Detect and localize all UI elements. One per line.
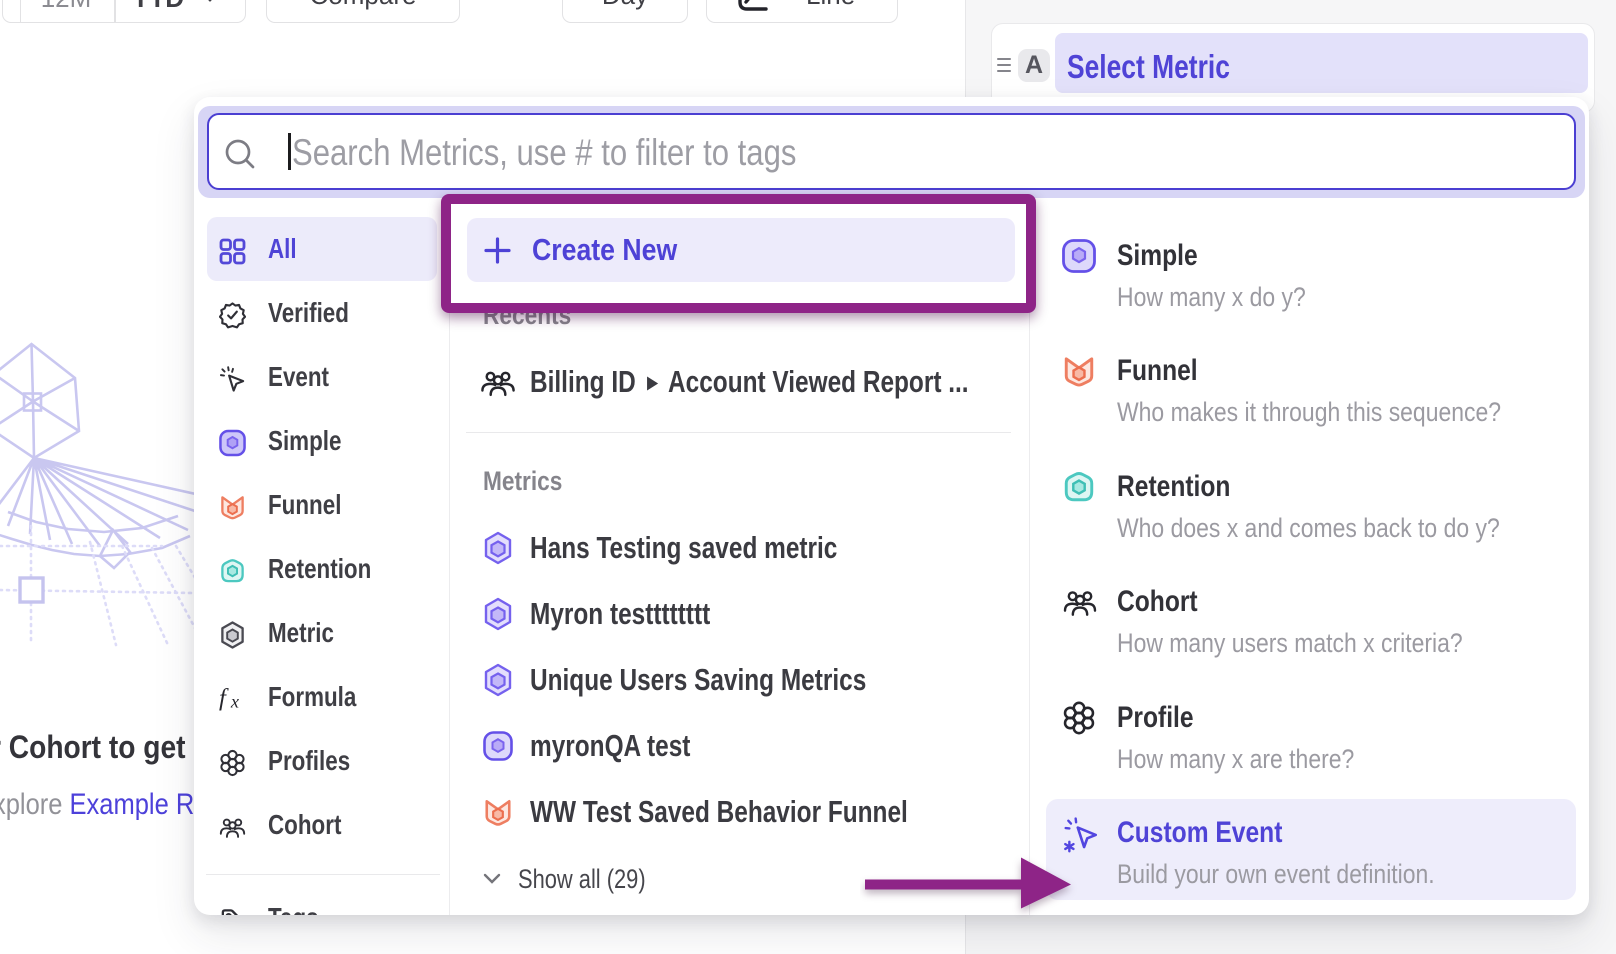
svg-text:f: f [219,684,229,711]
svg-text:x: x [230,692,239,712]
